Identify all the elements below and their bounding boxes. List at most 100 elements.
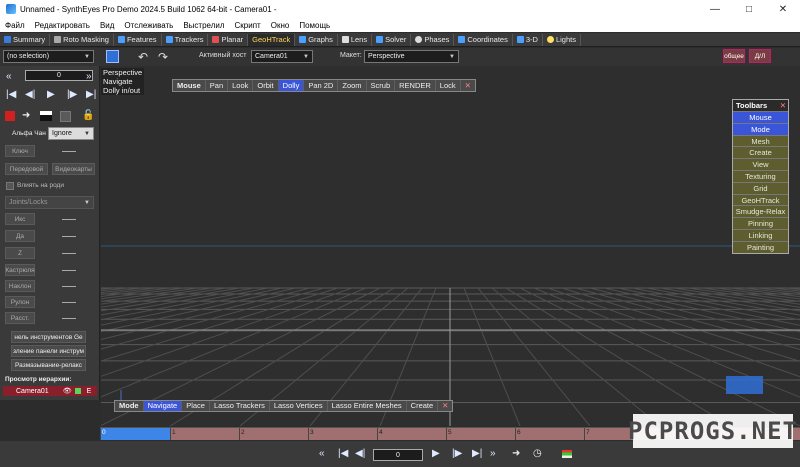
layout-dropdown[interactable]: Perspective ▼ [364, 50, 459, 63]
toolbar-toggle-view[interactable]: View [733, 158, 788, 170]
color-swatch[interactable] [74, 388, 81, 394]
menu-view[interactable]: Вид [95, 21, 119, 30]
param-dist-button[interactable]: Расст. [5, 312, 35, 324]
mode-create[interactable]: Create [407, 401, 439, 411]
selection-dropdown[interactable]: (no selection) ▼ [3, 50, 94, 63]
step-forward-icon[interactable]: |▶ [67, 90, 77, 100]
lock-icon[interactable]: 🔓 [82, 111, 94, 121]
fast-forward-icon[interactable]: » [490, 449, 496, 459]
go-end-icon[interactable]: ▶| [86, 90, 96, 100]
mouse-zoom[interactable]: Zoom [338, 80, 367, 91]
play-icon[interactable]: ▶ [432, 449, 440, 459]
mouse-pan-2d[interactable]: Pan 2D [304, 80, 339, 91]
param-y-button[interactable]: Да [5, 230, 35, 242]
param-pan-button[interactable]: Кастрюля [5, 264, 35, 276]
mouse-lock[interactable]: Lock [436, 80, 461, 91]
redo-icon[interactable]: ↷ [158, 50, 168, 64]
go-start-icon[interactable]: |◀ [6, 90, 16, 100]
front-button[interactable]: Передовой [5, 163, 48, 175]
undo-icon[interactable]: ↶ [138, 50, 148, 64]
smudge-relax-button[interactable]: Размазывание-релакс [11, 359, 86, 371]
mode-lasso-entire-meshes[interactable]: Lasso Entire Meshes [328, 401, 407, 411]
mouse-render[interactable]: RENDER [395, 80, 436, 91]
active-host-dropdown[interactable]: Camera01 ▼ [251, 50, 313, 63]
tab-phases[interactable]: Phases [411, 33, 455, 46]
timeline-current-range[interactable] [100, 428, 170, 440]
mouse-pan[interactable]: Pan [206, 80, 229, 91]
mouse-orbit[interactable]: Orbit [253, 80, 279, 91]
close-button[interactable]: ✕ [766, 0, 800, 18]
bottom-frame-input[interactable]: 0 [373, 449, 423, 461]
toolbar-toggle-pinning[interactable]: Pinning [733, 217, 788, 229]
step-forward-icon[interactable]: |▶ [452, 449, 462, 459]
mouse-dolly[interactable]: Dolly [278, 80, 305, 91]
dl-button[interactable]: Д/Л [749, 49, 771, 63]
matte-icon[interactable] [40, 111, 52, 121]
perspective-viewport[interactable]: Perspective Navigate Dolly in/out Mouse … [101, 66, 800, 426]
stop-icon[interactable] [5, 111, 15, 121]
param-tilt-button[interactable]: Наклон [5, 280, 35, 292]
menu-track[interactable]: Отслеживать [119, 21, 178, 30]
toolbar-toggle-grid[interactable]: Grid [733, 181, 788, 194]
blank-icon[interactable] [60, 111, 71, 122]
key-button[interactable]: Ключ [5, 145, 35, 157]
go-end-icon[interactable]: ▶| [472, 449, 482, 459]
arrow-right-icon[interactable]: ➜ [22, 111, 30, 121]
menu-edit[interactable]: Редактировать [30, 21, 95, 30]
general-button[interactable]: общее [723, 49, 745, 63]
toolbar-toggle-mouse[interactable]: Mouse [733, 111, 788, 123]
close-icon[interactable]: ✕ [461, 80, 475, 91]
menu-help[interactable]: Помощь [294, 21, 335, 30]
play-icon[interactable]: ▶ [47, 90, 55, 100]
frame-input[interactable]: 0 [25, 70, 93, 81]
tab-graphs[interactable]: Graphs [295, 33, 338, 46]
maximize-button[interactable]: □ [732, 0, 766, 18]
tab-solver[interactable]: Solver [372, 33, 412, 46]
arrow-right-icon[interactable]: ➜ [512, 449, 520, 459]
tab-geohtrack[interactable]: GeoHTrack [248, 33, 296, 46]
tab-roto-masking[interactable]: Roto Masking [50, 33, 114, 46]
menu-shot[interactable]: Выстрелил [178, 21, 229, 30]
selected-object-proxy[interactable] [726, 376, 763, 394]
rewind-icon[interactable]: « [6, 72, 12, 82]
param-x-button[interactable]: Икс [5, 213, 35, 225]
mode-lasso-vertices[interactable]: Lasso Vertices [270, 401, 328, 411]
tab-summary[interactable]: Summary [0, 33, 51, 46]
flag-icon[interactable] [562, 450, 572, 458]
tab-lens[interactable]: Lens [338, 33, 373, 46]
mouse-look[interactable]: Look [228, 80, 254, 91]
rewind-icon[interactable]: « [319, 449, 325, 459]
clock-icon[interactable]: ◷ [533, 449, 542, 459]
close-icon[interactable]: ✕ [780, 101, 786, 110]
toolbar-toggle-mesh[interactable]: Mesh [733, 134, 788, 147]
param-z-button[interactable]: Z [5, 247, 35, 259]
alpha-channel-dropdown[interactable]: Ignore ▼ [48, 127, 94, 140]
toolbar-toggle-painting[interactable]: Painting [733, 240, 788, 253]
menu-window[interactable]: Окно [266, 21, 295, 30]
geo-toolbar-button[interactable]: нель инструментов Ge [11, 331, 86, 343]
tab-trackers[interactable]: Trackers [162, 33, 209, 46]
toolbar-toggle-smudge-relax[interactable]: Smudge-Relax [733, 205, 788, 217]
mode-navigate[interactable]: Navigate [143, 401, 183, 411]
joints-locks-dropdown[interactable]: Joints/Locks ▼ [5, 196, 94, 209]
toolbar-toggle-create[interactable]: Create [733, 146, 788, 158]
step-back-icon[interactable]: ◀| [25, 90, 35, 100]
hierarchy-item-camera01[interactable]: Camera01 👁 E [3, 386, 97, 396]
mode-place[interactable]: Place [182, 401, 210, 411]
toolbar-manage-button[interactable]: зление панели инструм [11, 345, 86, 357]
toolbar-toggle-texturing[interactable]: Texturing [733, 169, 788, 182]
menu-file[interactable]: Файл [0, 21, 30, 30]
tab-3d[interactable]: 3-D [513, 33, 543, 46]
tab-features[interactable]: Features [114, 33, 162, 46]
video-button[interactable]: Видеокарты [52, 163, 95, 175]
affect-parents-checkbox[interactable] [6, 182, 14, 190]
toolbar-toggle-geohtrack[interactable]: GeoHTrack [733, 193, 788, 206]
tab-planar[interactable]: Planar [208, 33, 249, 46]
go-start-icon[interactable]: |◀ [338, 449, 348, 459]
mouse-scrub[interactable]: Scrub [367, 80, 396, 91]
param-roll-button[interactable]: Рулон [5, 296, 35, 308]
save-icon[interactable] [106, 50, 119, 63]
tab-lights[interactable]: Lights [543, 33, 581, 46]
toolbar-toggle-mode[interactable]: Mode [733, 122, 788, 135]
eye-icon[interactable]: 👁 [63, 387, 72, 395]
